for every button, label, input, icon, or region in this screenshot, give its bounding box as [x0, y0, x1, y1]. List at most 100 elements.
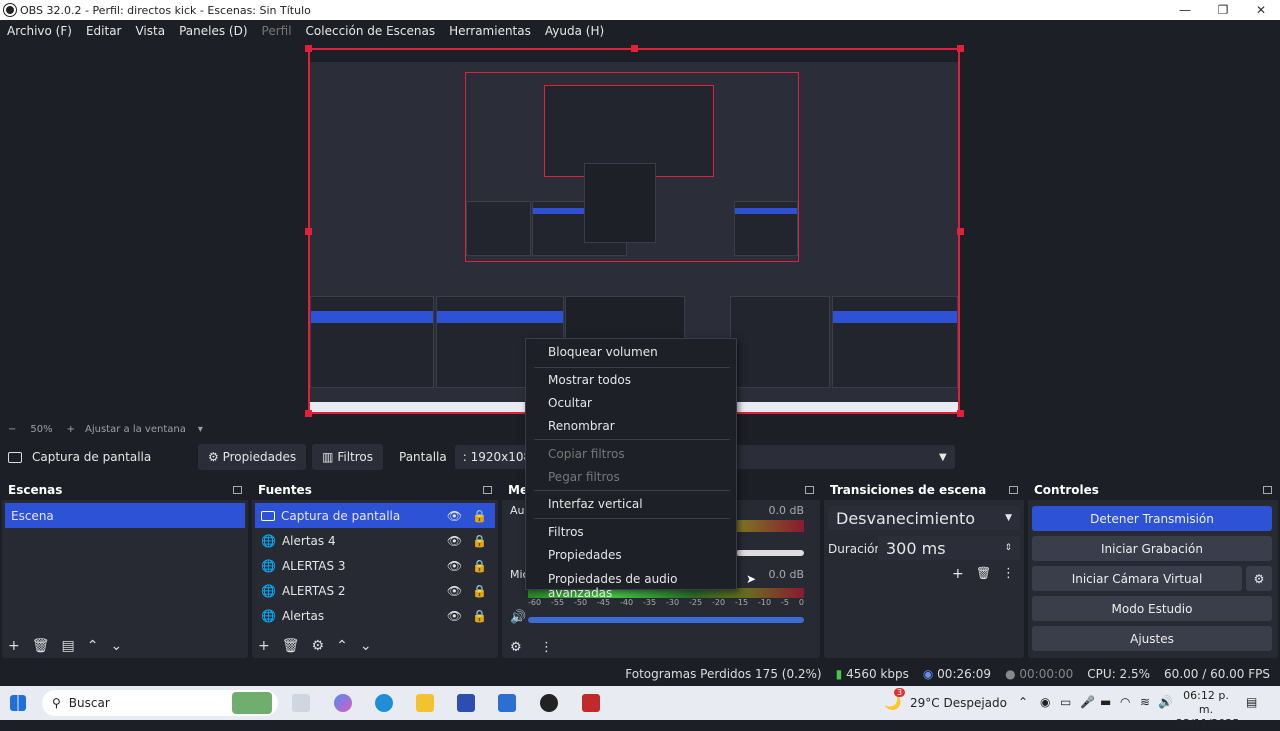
- menu-item-properties[interactable]: Propiedades: [548, 548, 622, 562]
- eye-icon[interactable]: 👁: [447, 559, 462, 573]
- start-virtual-camera-button[interactable]: Iniciar Cámara Virtual: [1032, 566, 1242, 591]
- undock-icon[interactable]: [805, 486, 814, 494]
- menu-coleccion-escenas[interactable]: Colección de Escenas: [299, 24, 443, 38]
- source-item[interactable]: 🌐 Alertas 4 👁 🔒: [255, 528, 495, 553]
- resize-handle-r[interactable]: [957, 228, 964, 235]
- lock-icon[interactable]: 🔒: [472, 534, 487, 548]
- store-icon[interactable]: [457, 694, 475, 712]
- menu-paneles[interactable]: Paneles (D): [172, 24, 254, 38]
- gear-icon[interactable]: ⚙: [1246, 566, 1272, 591]
- transition-select[interactable]: Desvanecimiento ▼: [828, 506, 1020, 530]
- trash-icon[interactable]: 🗑: [32, 638, 50, 654]
- menu-item-show-all[interactable]: Mostrar todos: [548, 373, 631, 387]
- obs-taskbar-icon[interactable]: [540, 694, 558, 712]
- minimize-button[interactable]: —: [1166, 3, 1204, 17]
- properties-button[interactable]: ⚙ Propiedades: [198, 444, 307, 470]
- undock-icon[interactable]: [483, 486, 492, 494]
- menu-item-hide[interactable]: Ocultar: [548, 396, 592, 410]
- record-tray-icon[interactable]: ◉: [1040, 695, 1050, 709]
- trash-icon[interactable]: 🗑: [282, 638, 300, 654]
- wifi-icon[interactable]: ≋: [1140, 695, 1150, 709]
- speaker-icon[interactable]: 🔊: [510, 610, 526, 625]
- clock[interactable]: 06:12 p. m. 23/11/2025: [1176, 689, 1239, 731]
- chevron-down-icon[interactable]: ⌄: [360, 638, 372, 654]
- resize-handle-br[interactable]: [957, 410, 964, 417]
- studio-mode-button[interactable]: Modo Estudio: [1032, 596, 1272, 621]
- notifications-icon[interactable]: ▤: [1246, 695, 1257, 709]
- menu-item-advanced-audio[interactable]: Propiedades de audio avanzadas: [548, 572, 736, 600]
- chevron-up-icon[interactable]: ⌃: [1018, 695, 1028, 709]
- undock-icon[interactable]: [233, 486, 242, 494]
- lock-icon[interactable]: 🔒: [472, 559, 487, 573]
- resize-handle-tr[interactable]: [957, 45, 964, 52]
- eye-icon[interactable]: 👁: [447, 534, 462, 548]
- resize-handle-tl[interactable]: [305, 45, 312, 52]
- volume-slider-2[interactable]: [528, 617, 804, 623]
- undock-icon[interactable]: [1263, 486, 1272, 494]
- add-icon[interactable]: +: [8, 638, 20, 654]
- network-icon[interactable]: ◠: [1120, 695, 1130, 709]
- duration-spinbox[interactable]: 300 ms ⇕: [878, 536, 1020, 560]
- chevron-up-icon[interactable]: ⌃: [87, 638, 99, 654]
- chevron-down-icon[interactable]: ▾: [198, 424, 203, 435]
- app-icon[interactable]: [498, 694, 516, 712]
- eye-icon[interactable]: 👁: [447, 509, 462, 523]
- start-recording-button[interactable]: Iniciar Grabación: [1032, 536, 1272, 561]
- add-icon[interactable]: +: [258, 638, 270, 654]
- task-view-icon[interactable]: [292, 694, 310, 712]
- volume-slider-1[interactable]: [736, 550, 804, 556]
- add-icon[interactable]: +: [952, 566, 964, 582]
- menu-editar[interactable]: Editar: [79, 24, 129, 38]
- lock-icon[interactable]: 🔒: [472, 609, 487, 623]
- zoom-out-button[interactable]: −: [8, 424, 16, 435]
- resize-handle-t[interactable]: [631, 45, 638, 52]
- volume-icon[interactable]: 🔊: [1158, 695, 1173, 709]
- trash-icon[interactable]: 🗑: [976, 566, 991, 580]
- menu-archivo[interactable]: Archivo (F): [0, 24, 79, 38]
- battery-icon[interactable]: ▬: [1100, 695, 1111, 709]
- maximize-button[interactable]: ❐: [1204, 3, 1242, 17]
- microphone-icon[interactable]: 🎤: [1080, 695, 1095, 709]
- stop-stream-button[interactable]: Detener Transmisión: [1032, 506, 1272, 531]
- settings-button[interactable]: Ajustes: [1032, 626, 1272, 651]
- gear-icon[interactable]: ⚙: [510, 640, 522, 655]
- lock-icon[interactable]: 🔒: [472, 509, 487, 523]
- eye-icon[interactable]: 👁: [447, 584, 462, 598]
- more-icon[interactable]: ⋮: [540, 640, 553, 655]
- menu-vista[interactable]: Vista: [128, 24, 172, 38]
- resize-handle-l[interactable]: [305, 228, 312, 235]
- fit-window-button[interactable]: Ajustar a la ventana: [85, 424, 186, 435]
- source-item[interactable]: Captura de pantalla 👁 🔒: [255, 503, 495, 528]
- windows-start-icon[interactable]: [10, 695, 26, 711]
- source-item[interactable]: 🌐 Alertas 👁 🔒: [255, 603, 495, 628]
- source-item[interactable]: 🌐 ALERTAS 3 👁 🔒: [255, 553, 495, 578]
- menu-item-lock-volume[interactable]: Bloquear volumen: [548, 345, 658, 359]
- edge-icon[interactable]: [375, 694, 393, 712]
- menu-item-rename[interactable]: Renombrar: [548, 419, 615, 433]
- chevron-down-icon[interactable]: ⌄: [110, 638, 122, 654]
- menu-perfil[interactable]: Perfil: [255, 24, 299, 38]
- close-button[interactable]: ✕: [1242, 3, 1280, 17]
- spin-arrows-icon[interactable]: ⇕: [1004, 543, 1012, 553]
- eye-icon[interactable]: 👁: [447, 609, 462, 623]
- tray-app-icon[interactable]: ▭: [1060, 695, 1071, 709]
- gear-icon[interactable]: ⚙: [312, 638, 325, 654]
- resize-handle-bl[interactable]: [305, 410, 312, 417]
- menu-item-filters[interactable]: Filtros: [548, 525, 584, 539]
- zoom-in-button[interactable]: +: [67, 424, 75, 435]
- undock-icon[interactable]: [1009, 486, 1018, 494]
- copilot-icon[interactable]: [334, 694, 352, 712]
- taskbar-search[interactable]: ⚲ Buscar: [42, 690, 278, 716]
- app-red-icon[interactable]: [582, 694, 600, 712]
- filters-button[interactable]: ▥ Filtros: [312, 444, 383, 470]
- chevron-up-icon[interactable]: ⌃: [336, 638, 348, 654]
- file-explorer-icon[interactable]: [416, 694, 434, 712]
- weather-text[interactable]: 29°C Despejado: [910, 696, 1007, 710]
- source-item[interactable]: 🌐 ALERTAS 2 👁 🔒: [255, 578, 495, 603]
- more-icon[interactable]: ⋮: [1002, 566, 1015, 581]
- lock-icon[interactable]: 🔒: [472, 584, 487, 598]
- menu-item-vertical-layout[interactable]: Interfaz vertical: [548, 497, 643, 511]
- menu-herramientas[interactable]: Herramientas: [442, 24, 538, 38]
- filter-icon[interactable]: ▤: [62, 638, 75, 654]
- menu-ayuda[interactable]: Ayuda (H): [538, 24, 611, 38]
